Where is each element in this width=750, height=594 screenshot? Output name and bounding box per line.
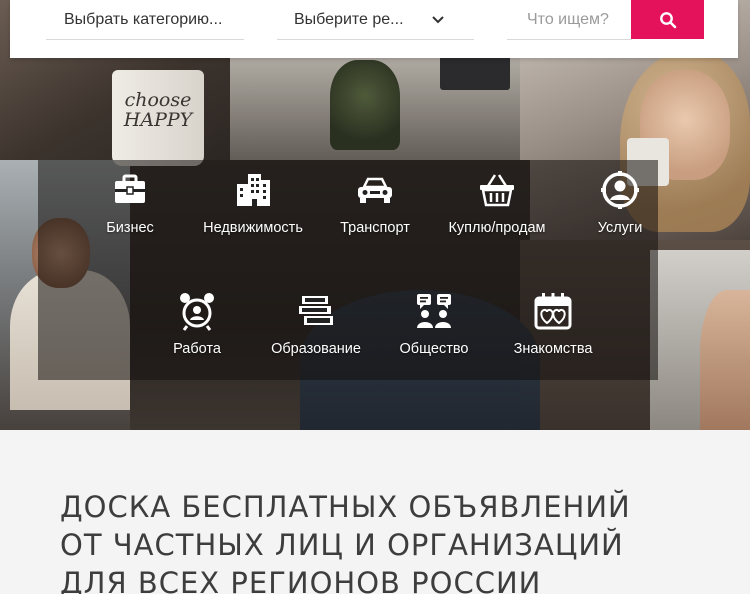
category-jobs[interactable]: Работа <box>132 291 262 357</box>
category-education[interactable]: Образование <box>251 291 381 357</box>
mug-text-line: HAPPY <box>123 109 193 131</box>
category-label: Общество <box>399 341 469 357</box>
basket-icon <box>477 170 517 210</box>
search-field[interactable] <box>507 0 632 40</box>
books-icon <box>296 291 336 331</box>
category-select[interactable]: Выбрать категорию... <box>46 0 244 40</box>
category-label: Знакомства <box>513 341 593 357</box>
category-label: Работа <box>173 341 221 357</box>
page-title-line: ОТ ЧАСТНЫХ ЛИЦ И ОРГАНИЗАЦИЙ <box>60 528 624 562</box>
calendar-hearts-icon <box>533 291 573 331</box>
page-title: ДОСКА БЕСПЛАТНЫХ ОБЪЯВЛЕНИЙ ОТ ЧАСТНЫХ Л… <box>60 488 720 594</box>
alarm-worker-icon <box>177 291 217 331</box>
category-select-value: Выбрать категорию... <box>64 10 223 28</box>
category-label: Бизнес <box>106 220 154 236</box>
search-icon <box>659 11 676 28</box>
search-input[interactable] <box>527 10 632 29</box>
hero-photo-mug: choose HAPPY <box>112 70 204 166</box>
intro-section: ДОСКА БЕСПЛАТНЫХ ОБЪЯВЛЕНИЙ ОТ ЧАСТНЫХ Л… <box>0 430 750 594</box>
category-transport[interactable]: Транспорт <box>310 170 440 236</box>
category-society[interactable]: Общество <box>369 291 499 357</box>
hero-photo-plant <box>330 60 400 150</box>
mug-text: choose HAPPY <box>112 90 204 130</box>
buildings-icon <box>233 170 273 210</box>
region-select-value: Выберите ре... <box>294 10 404 28</box>
region-select[interactable]: Выберите ре... <box>277 0 474 40</box>
hero-banner: choose HAPPY Бизнес Недвижимость Транспо… <box>0 0 750 430</box>
category-label: Услуги <box>597 220 643 236</box>
category-dating[interactable]: Знакомства <box>488 291 618 357</box>
category-label: Образование <box>271 341 361 357</box>
category-label: Недвижимость <box>203 220 303 236</box>
service-person-icon <box>600 170 640 210</box>
category-services[interactable]: Услуги <box>555 170 685 236</box>
search-bar: Выбрать категорию... Выберите ре... <box>10 0 738 58</box>
page-title-line: ДЛЯ ВСЕХ РЕГИОНОВ РОССИИ <box>60 566 542 594</box>
chevron-down-icon <box>430 11 446 27</box>
page-title-line: ДОСКА БЕСПЛАТНЫХ ОБЪЯВЛЕНИЙ <box>60 490 631 524</box>
category-label: Куплю/продам <box>448 220 546 236</box>
category-label: Транспорт <box>340 220 410 236</box>
mug-text-line: choose <box>124 89 192 111</box>
search-button[interactable] <box>631 0 704 39</box>
hero-photo-person <box>700 290 750 430</box>
category-real-estate[interactable]: Недвижимость <box>188 170 318 236</box>
category-business[interactable]: Бизнес <box>65 170 195 236</box>
briefcase-icon <box>110 170 150 210</box>
people-chat-icon <box>414 291 454 331</box>
category-buy-sell[interactable]: Куплю/продам <box>432 170 562 236</box>
car-icon <box>355 170 395 210</box>
